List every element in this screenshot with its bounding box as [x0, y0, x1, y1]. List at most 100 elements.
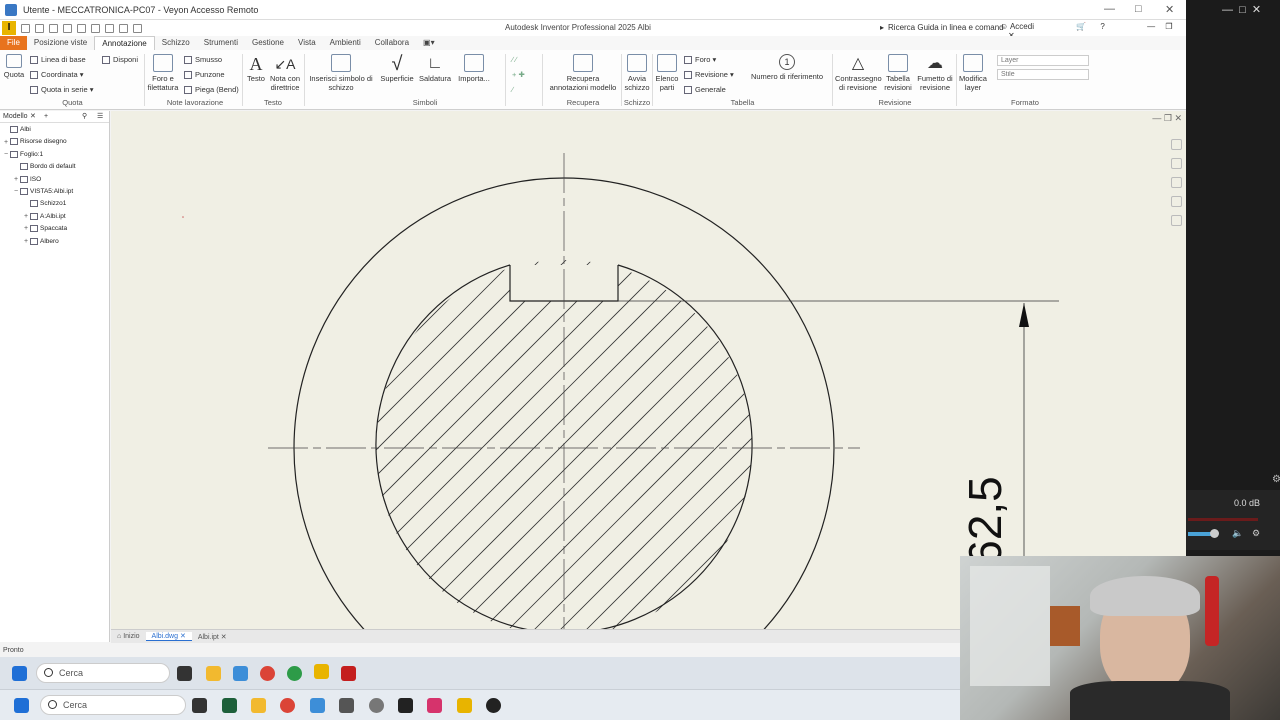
inventor-logo-icon[interactable]: I: [2, 21, 16, 35]
quota-button[interactable]: Quota: [3, 54, 25, 79]
recupera-annotazioni-button[interactable]: Recupera annotazioni modello: [547, 54, 619, 92]
open-file-icon[interactable]: [35, 23, 44, 33]
help-search[interactable]: ▸ Ricerca Guida in linea e comand: [880, 21, 1004, 34]
tab-gestione[interactable]: Gestione: [245, 36, 291, 50]
zoom-all-icon[interactable]: [1170, 215, 1182, 226]
steering-wheel-icon[interactable]: [1170, 139, 1182, 150]
outer-window-controls[interactable]: — □ ✕: [1222, 3, 1261, 16]
task-view-icon[interactable]: [177, 666, 192, 681]
inner-restore-icon[interactable]: ❐: [1165, 22, 1172, 31]
dimension-value[interactable]: 62,5: [959, 476, 1011, 566]
chrome-profile-icon[interactable]: [287, 666, 302, 681]
chrome-icon[interactable]: [260, 666, 275, 681]
windows-start-icon[interactable]: [12, 666, 27, 681]
canvas-window-controls[interactable]: — ❐ ✕: [1152, 113, 1182, 124]
host-file-explorer-icon[interactable]: [251, 698, 266, 713]
cart-icon[interactable]: 🛒: [1076, 22, 1086, 31]
browser-node[interactable]: + Risorse disegno: [4, 138, 67, 146]
close-icon[interactable]: ✕: [1165, 3, 1174, 16]
host-photos-icon[interactable]: [310, 698, 325, 713]
remote-search-box[interactable]: Cerca: [36, 663, 170, 683]
tab-albi-ipt[interactable]: Albi.ipt ✕: [192, 633, 233, 641]
browser-node[interactable]: + A:Albi.ipt: [24, 212, 66, 220]
maximize-icon[interactable]: □: [1135, 3, 1142, 15]
smusso-button[interactable]: Smusso: [184, 55, 222, 65]
foro-table-button[interactable]: Foro ▾: [684, 55, 716, 65]
host-task-view-icon[interactable]: [192, 698, 207, 713]
browser-node[interactable]: + Albero: [24, 237, 59, 245]
importa-button[interactable]: Importa...: [456, 54, 492, 83]
revisione-table-button[interactable]: Revisione ▾: [684, 70, 734, 80]
tab-strumenti[interactable]: Strumenti: [197, 36, 245, 50]
tab-inizio[interactable]: ⌂ Inizio: [111, 633, 146, 640]
undo-icon[interactable]: [63, 23, 72, 33]
print-icon[interactable]: [105, 23, 114, 33]
acrobat-icon[interactable]: [341, 666, 356, 681]
settings-gear-icon[interactable]: ⚙: [1272, 474, 1280, 485]
host-app-icon[interactable]: [222, 698, 237, 713]
host-autocad-icon[interactable]: [427, 698, 442, 713]
disponi-button[interactable]: Disponi: [102, 55, 138, 65]
browser-node[interactable]: + Spaccata: [24, 225, 67, 232]
linea-di-base-button[interactable]: Linea di base: [30, 55, 86, 65]
ribbon-options-icon[interactable]: ▣▾: [416, 36, 442, 50]
numero-riferimento-button[interactable]: 1 Numero di riferimento: [748, 54, 826, 81]
drawing-svg[interactable]: 62,5: [111, 111, 1186, 629]
browser-add-icon[interactable]: +: [44, 111, 48, 122]
inserisci-simbolo-button[interactable]: Inserisci simbolo di schizzo: [308, 54, 374, 92]
nota-direttrice-button[interactable]: ↙A Nota con direttrice: [268, 54, 302, 92]
redo-icon[interactable]: [77, 23, 86, 33]
zoom-window-icon[interactable]: [1170, 196, 1182, 207]
file-explorer-icon[interactable]: [206, 666, 221, 681]
host-tool-icon[interactable]: [339, 698, 354, 713]
inner-minimize-icon[interactable]: —: [1147, 22, 1155, 31]
fumetto-revisione-button[interactable]: ☁ Fumetto di revisione: [916, 54, 954, 92]
browser-node[interactable]: − VISTA5:Albi.ipt: [14, 188, 73, 195]
tab-annotazione[interactable]: Annotazione: [94, 36, 155, 50]
testo-button[interactable]: A Testo: [245, 54, 267, 83]
home-icon[interactable]: [91, 23, 100, 33]
save-icon[interactable]: [49, 23, 58, 33]
new-file-icon[interactable]: [21, 23, 30, 33]
saldatura-button[interactable]: ∟ Saldatura: [418, 54, 452, 83]
centerline-icon[interactable]: ∕: [512, 85, 513, 94]
centermark-icon[interactable]: + ✚: [512, 70, 525, 79]
audio-settings-icon[interactable]: ⚙: [1252, 528, 1260, 539]
photos-icon[interactable]: [233, 666, 248, 681]
browser-title[interactable]: Modello: [3, 113, 28, 120]
tab-schizzo[interactable]: Schizzo: [155, 36, 197, 50]
update-icon[interactable]: [119, 23, 128, 33]
browser-node[interactable]: − Foglio:1: [4, 150, 43, 158]
generale-table-button[interactable]: Generale: [684, 85, 726, 95]
minimize-icon[interactable]: —: [1104, 3, 1115, 15]
browser-node[interactable]: Bordo di default: [14, 163, 76, 170]
tab-close-icon[interactable]: ✕: [221, 634, 227, 641]
drawing-canvas[interactable]: 62,5 — ❐ ✕: [111, 111, 1186, 629]
punzone-button[interactable]: Punzone: [184, 70, 225, 80]
superficie-button[interactable]: √ Superficie: [380, 54, 414, 83]
host-obs-icon[interactable]: [398, 698, 413, 713]
foro-filettatura-button[interactable]: Foro e filettatura: [147, 54, 179, 92]
elenco-parti-button[interactable]: Elenco parti: [655, 54, 679, 92]
measure-icon[interactable]: [133, 23, 142, 33]
contrassegno-revisione-button[interactable]: △ Contrassegno di revisione: [835, 54, 882, 92]
tabella-revisioni-button[interactable]: Tabella revisioni: [883, 54, 913, 92]
host-settings-icon[interactable]: [369, 698, 384, 713]
tab-ambienti[interactable]: Ambienti: [323, 36, 368, 50]
browser-node[interactable]: Albi: [4, 126, 31, 133]
browser-search-icon[interactable]: ⚲: [82, 111, 87, 122]
browser-close-icon[interactable]: ✕: [30, 111, 36, 122]
tab-close-icon[interactable]: ✕: [180, 633, 186, 640]
browser-node[interactable]: Schizzo1: [24, 200, 66, 208]
stile-select[interactable]: [997, 69, 1089, 80]
piega-button[interactable]: Piega (Bend): [184, 85, 239, 95]
tab-albi-dwg[interactable]: Albi.dwg ✕: [145, 632, 192, 641]
modifica-layer-button[interactable]: Modifica layer: [958, 54, 988, 92]
help-search-text[interactable]: Ricerca Guida in linea e comand: [888, 23, 1004, 32]
volume-slider-thumb[interactable]: [1210, 529, 1219, 538]
coordinata-button[interactable]: Coordinata ▾: [30, 70, 84, 80]
pan-icon[interactable]: [1170, 158, 1182, 169]
quota-in-serie-button[interactable]: Quota in serie ▾: [30, 85, 94, 95]
zoom-icon[interactable]: [1170, 177, 1182, 188]
browser-menu-icon[interactable]: ☰: [97, 111, 103, 122]
